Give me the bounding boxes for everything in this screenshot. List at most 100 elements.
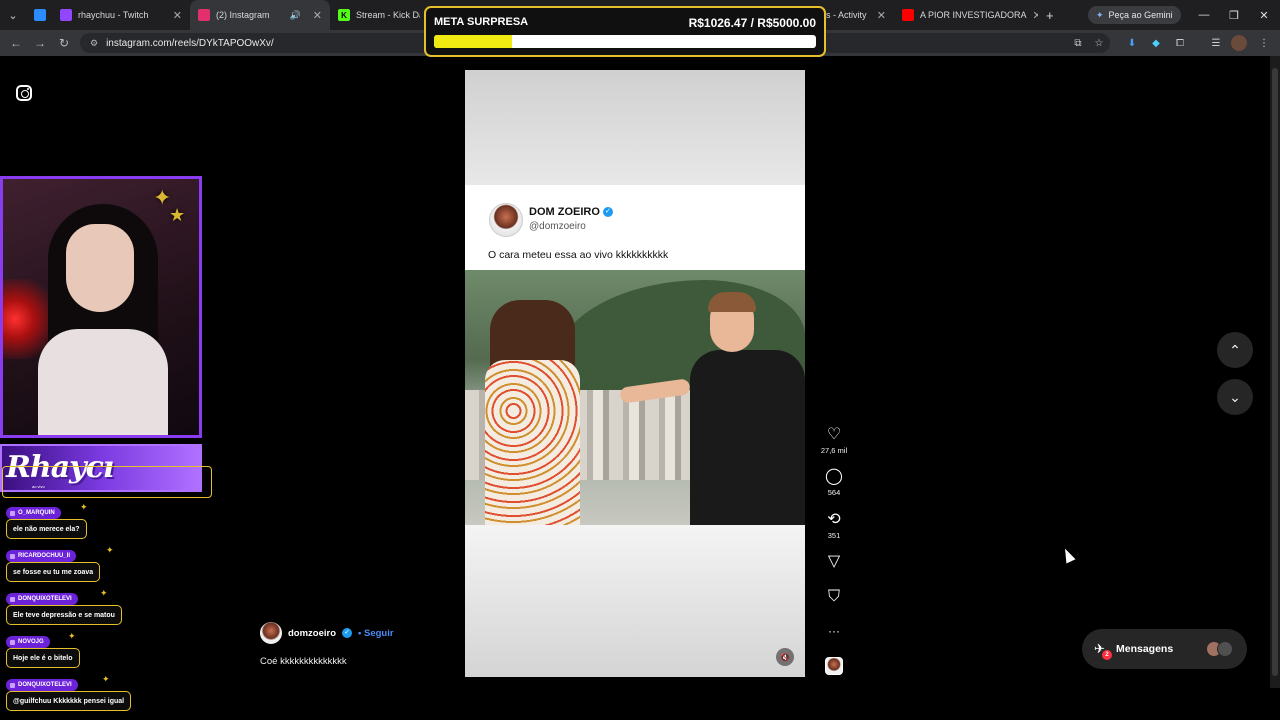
scrollbar-thumb[interactable]	[1272, 68, 1278, 676]
restore-button[interactable]: ❐	[1218, 0, 1250, 30]
verified-badge-icon: ✓	[602, 207, 613, 217]
goal-progress-fill	[434, 35, 513, 48]
messages-button[interactable]: ✈ 2 Mensagens	[1082, 629, 1247, 669]
tab-title: rhaychuu - Twitch	[78, 10, 149, 20]
next-reel-button[interactable]: ⌄	[1217, 379, 1253, 415]
video-man-body	[690, 350, 805, 525]
chat-username-text: DONQUIXOTELEVI	[18, 682, 72, 688]
tweet-avatar	[489, 203, 523, 237]
install-app-icon[interactable]: ⧉	[1070, 35, 1086, 51]
tab-activity[interactable]: s - Activity ✕	[818, 0, 894, 30]
save-action[interactable]: ⛉	[817, 588, 851, 606]
gemini-button[interactable]: ✦ Peça ao Gemini	[1088, 6, 1181, 24]
profile-avatar[interactable]	[1231, 35, 1247, 51]
chat-username: RICARDOCHUU_II	[6, 550, 77, 562]
minimize-button[interactable]: —	[1188, 0, 1220, 30]
chat-username: DONQUIXOTELEVI	[6, 593, 78, 605]
tab-pinned[interactable]	[26, 0, 52, 30]
tab-title: Stream - Kick Dash	[356, 10, 420, 20]
tab-title: (2) Instagram	[216, 10, 270, 20]
pinned-tab-icon	[34, 9, 46, 21]
repost-action[interactable]: ⟲ 351	[817, 511, 851, 540]
share-icon[interactable]: ▽	[817, 553, 851, 571]
comment-icon[interactable]: ◯	[817, 468, 851, 486]
extensions-puzzle-icon[interactable]: ⧠	[1172, 35, 1188, 51]
bookmark-icon[interactable]: ⛉	[817, 588, 851, 606]
new-tab-button[interactable]: +	[1038, 0, 1062, 30]
video-woman-dress	[485, 360, 580, 525]
author-name[interactable]: domzoeiro	[288, 628, 336, 639]
webcam-face	[66, 224, 134, 312]
previous-reel-button[interactable]: ⌃	[1217, 332, 1253, 368]
tab-close-icon[interactable]: ✕	[173, 9, 182, 22]
heart-icon[interactable]: ♡	[817, 426, 851, 444]
reel-video-frame	[465, 270, 805, 525]
download-icon[interactable]: ⬇	[1124, 35, 1140, 51]
avatar	[1217, 641, 1233, 657]
goal-progress-track	[434, 35, 816, 48]
tweet-author-name: DOM ZOEIRO ✓	[529, 206, 613, 218]
tab-twitch[interactable]: rhaychuu - Twitch ✕	[52, 0, 190, 30]
tab-title: s - Activity	[826, 10, 867, 20]
tab-close-icon[interactable]: ✕	[313, 9, 322, 22]
page-scrollbar[interactable]	[1270, 56, 1280, 688]
url-text: instagram.com/reels/DYkTAPOOwXv/	[106, 37, 274, 49]
taskbar-strip	[0, 688, 1280, 720]
chat-username: DONQUIXOTELEVI	[6, 679, 78, 691]
audio-thumbnail[interactable]	[825, 657, 843, 675]
chat-message: se fosse eu tu me zoava	[6, 562, 101, 582]
twitch-favicon-icon	[60, 9, 72, 21]
chat-badge-icon	[10, 553, 15, 559]
reload-icon[interactable]: ↻	[52, 36, 76, 50]
tab-instagram[interactable]: (2) Instagram 🔊 ✕	[190, 0, 330, 30]
reel-video-player[interactable]: DOM ZOEIRO ✓ @domzoeiro O cara meteu ess…	[465, 70, 805, 677]
chevron-up-icon: ⌃	[1229, 341, 1241, 358]
browser-menu-icon[interactable]: ⋮	[1256, 35, 1272, 51]
tab-search-chevron-icon[interactable]: ⌄	[0, 9, 26, 22]
repost-icon[interactable]: ⟲	[817, 511, 851, 529]
sparkle-icon: ✦	[106, 545, 114, 555]
chat-badge-icon	[10, 510, 15, 516]
tab-youtube[interactable]: A PIOR INVESTIGADORA ✕	[894, 0, 1038, 30]
chat-username-text: RICARDOCHUU_II	[18, 553, 71, 559]
donation-goal-widget: META SURPRESA R$1026.47 / R$5000.00	[424, 6, 826, 57]
site-info-icon[interactable]: ⚙	[90, 38, 98, 49]
back-arrow-icon[interactable]: ←	[4, 36, 28, 50]
mute-toggle-icon[interactable]: 🔇	[776, 648, 794, 666]
audio-playing-icon[interactable]: 🔊	[290, 10, 301, 21]
message-avatars	[1206, 641, 1233, 657]
gemini-sparkle-icon: ✦	[1096, 9, 1104, 20]
chat-badge-icon	[10, 682, 15, 688]
reel-top-area	[465, 70, 805, 185]
follow-button[interactable]: • Seguir	[358, 628, 394, 639]
tweet-author-name-text: DOM ZOEIRO	[529, 206, 600, 218]
forward-arrow-icon[interactable]: →	[28, 36, 52, 50]
close-window-button[interactable]: ✕	[1248, 0, 1280, 30]
extension-gem-icon[interactable]: ◆	[1148, 35, 1164, 51]
tab-title: A PIOR INVESTIGADORA	[920, 10, 1027, 20]
share-action[interactable]: ▽	[817, 553, 851, 571]
reel-author: domzoeiro ✓ • Seguir	[260, 622, 394, 644]
chat-username: NOVOJG	[6, 636, 50, 648]
chat-message: Hoje ele é o bitelo	[6, 648, 80, 668]
banner-outline	[2, 466, 212, 498]
chevron-down-icon: ⌄	[1229, 388, 1241, 405]
author-avatar[interactable]	[260, 622, 282, 644]
sparkle-icon: ✦	[100, 588, 108, 598]
more-icon[interactable]: ···	[817, 622, 851, 640]
like-action[interactable]: ♡ 27,6 mil	[817, 426, 851, 455]
bookmark-star-icon[interactable]: ☆	[1091, 35, 1107, 51]
instagram-logo-icon[interactable]	[16, 85, 32, 101]
reel-caption: Coé kkkkkkkkkkkkkk	[260, 656, 347, 667]
tab-strip-icon[interactable]: ☰	[1208, 35, 1224, 51]
chat-username-text: NOVOJG	[18, 639, 44, 645]
tweet-handle: @domzoeiro	[529, 221, 586, 232]
tab-close-icon[interactable]: ✕	[877, 9, 886, 22]
tab-kick[interactable]: K Stream - Kick Dash	[330, 0, 420, 30]
star-sticker-icon: ★	[169, 205, 186, 225]
tweet-text: O cara meteu essa ao vivo kkkkkkkkkk	[488, 249, 669, 261]
messages-label: Mensagens	[1116, 643, 1174, 655]
kick-favicon-icon: K	[338, 9, 350, 21]
comment-action[interactable]: ◯ 564	[817, 468, 851, 497]
more-action[interactable]: ···	[817, 622, 851, 640]
